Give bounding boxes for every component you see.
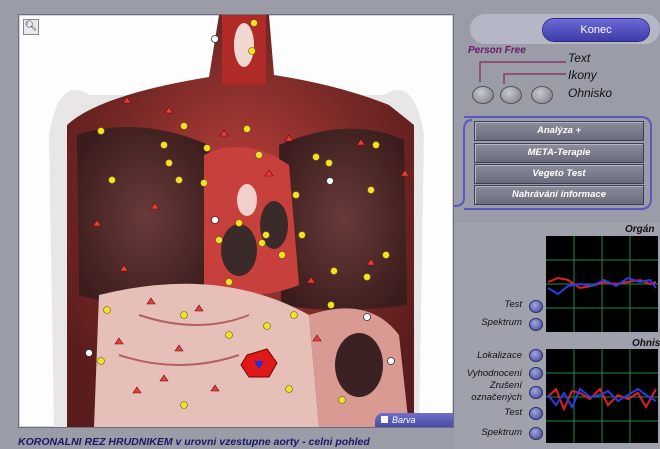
organ-graph-title: Orgán [625, 224, 655, 235]
organ-test-button[interactable] [529, 300, 543, 313]
checkbox-icon[interactable] [381, 416, 388, 424]
focus-evaluate-button[interactable] [529, 367, 543, 380]
mode-option-focus: Ohnisko [568, 86, 613, 100]
organ-spectrum-label: Spektrum [481, 317, 522, 328]
anatomy-image-panel[interactable]: 🔍︎ Barva [18, 14, 454, 428]
mode-option-text: Text [568, 51, 591, 65]
organ-spectrum-button[interactable] [529, 318, 543, 331]
focus-graph-title: Ohnis [632, 338, 660, 349]
focus-graph [546, 349, 658, 443]
focus-spectrum-button[interactable] [529, 427, 543, 440]
mode-focus-button[interactable] [531, 86, 553, 104]
focus-localize-label: Lokalizace [477, 350, 522, 361]
focus-test-button[interactable] [529, 407, 543, 420]
organ-graph [546, 236, 658, 332]
magnifier-icon[interactable]: 🔍︎ [23, 19, 39, 35]
focus-spectrum-label: Spektrum [481, 427, 522, 438]
mode-icons-button[interactable] [500, 86, 522, 104]
focus-localize-button[interactable] [529, 349, 543, 362]
color-toggle-label: Barva [392, 415, 416, 425]
focus-clear-marked-label: Zrušení označených [471, 380, 522, 403]
menu-record-info-button[interactable]: Nahrávání informace [474, 185, 644, 205]
mode-option-icons: Ikony [568, 68, 597, 82]
exit-button[interactable]: Konec [543, 19, 649, 41]
menu-meta-therapy-button[interactable]: META-Terapie [474, 143, 644, 163]
mode-text-button[interactable] [472, 86, 494, 104]
focus-evaluate-label: Vyhodnocení [466, 368, 522, 379]
anatomy-scan-image[interactable] [19, 15, 453, 427]
organ-test-label: Test [504, 299, 522, 310]
menu-bracket [453, 119, 473, 207]
focus-test-label: Test [504, 407, 522, 418]
image-caption: KORONALNI REZ HRUDNIKEM v urovni vzestup… [18, 436, 370, 448]
menu-analysis-button[interactable]: Analýza + [474, 121, 644, 141]
menu-vegeto-test-button[interactable]: Vegeto Test [474, 164, 644, 184]
focus-clear-marked-button[interactable] [529, 386, 543, 399]
